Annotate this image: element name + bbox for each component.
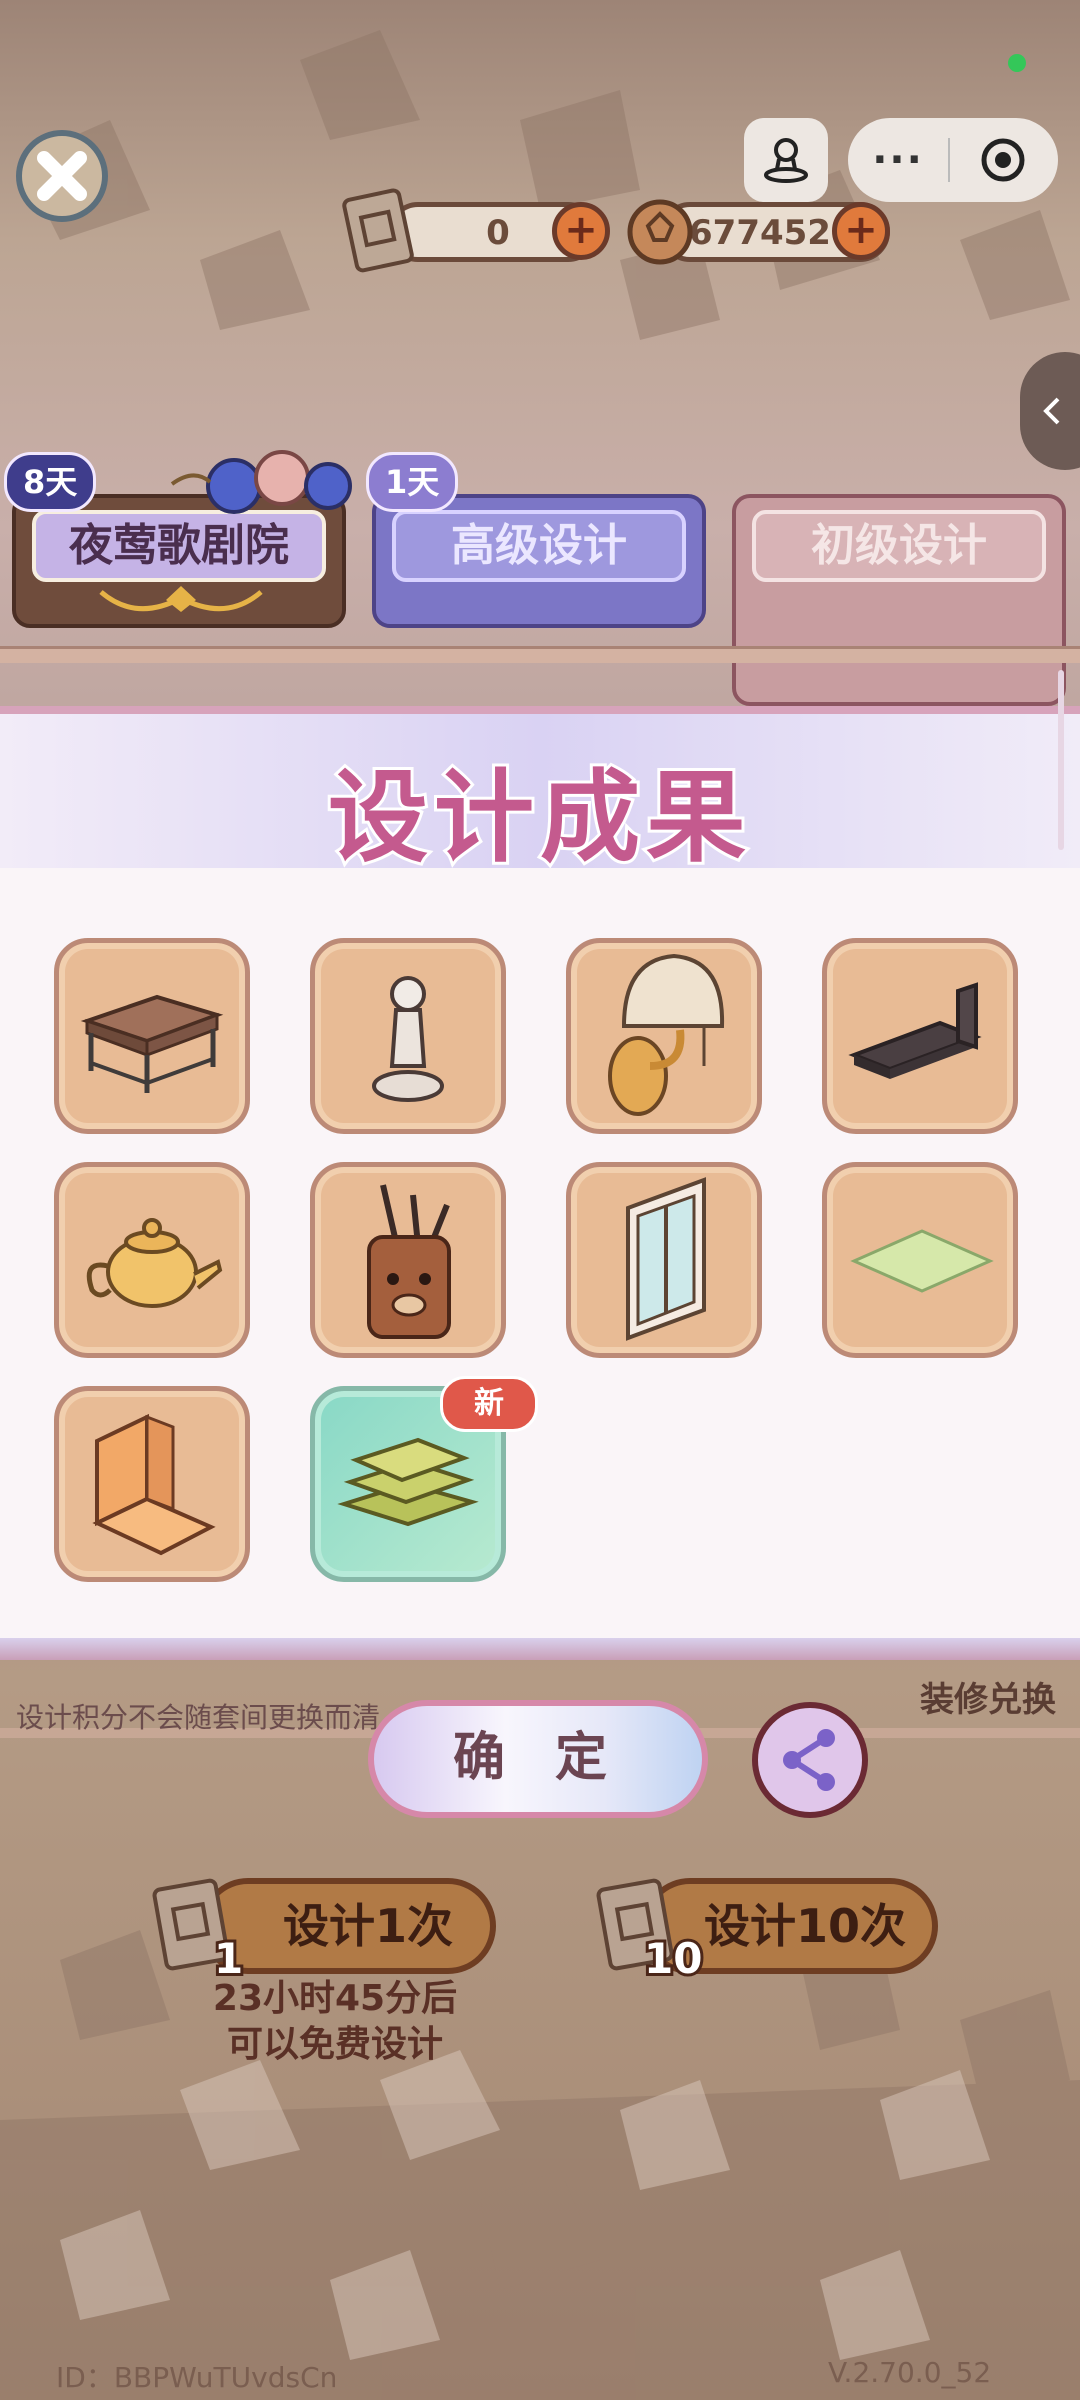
coin-icon (627, 199, 693, 265)
rug-icon (850, 1229, 994, 1293)
pawn-icon (372, 976, 444, 1102)
target-icon (981, 138, 1025, 182)
item-chess-pawn[interactable] (310, 938, 506, 1134)
modal-title: 设计成果 (325, 756, 752, 879)
new-badge: 新 (440, 1376, 538, 1432)
flower-crown-icon (170, 450, 352, 514)
close-button[interactable] (16, 130, 108, 222)
item-teapot[interactable] (54, 1162, 250, 1358)
books-icon (337, 1437, 479, 1527)
tab-advanced-design-days-badge: 1天 (366, 452, 459, 512)
item-wall-lamp[interactable] (566, 938, 762, 1134)
tab-basic-design[interactable]: 初级设计 (732, 494, 1066, 706)
scroll-ticket-icon (342, 188, 414, 273)
design-once-button[interactable]: 设计1次 (200, 1878, 496, 1974)
share-icon (783, 1729, 835, 1791)
avatar-button[interactable] (744, 118, 828, 202)
gold-flourish-icon (99, 586, 263, 612)
item-coffee-table[interactable] (54, 938, 250, 1134)
tab-opera-house-label: 夜莺歌剧院 (32, 510, 326, 582)
result-modal-footer-strip (0, 1638, 1080, 1660)
status-indicator (1008, 54, 1026, 72)
tab-opera-house-days-badge: 8天 (4, 452, 97, 512)
close-program-button[interactable] (950, 137, 1056, 183)
tab-opera-house[interactable]: 夜莺歌剧院 (12, 494, 346, 628)
chair-icon (92, 1413, 216, 1556)
bench-icon (848, 982, 982, 1079)
free-design-timer-line1: 23小时45分后 (212, 1978, 458, 2019)
tab-basic-design-label: 初级设计 (752, 510, 1046, 582)
item-green-rug[interactable] (822, 1162, 1018, 1358)
design-ten-cost: 10 (641, 1931, 706, 1986)
more-button[interactable]: ··· (848, 118, 948, 202)
tab-advanced-design-label: 高级设计 (392, 510, 686, 582)
add-ticket-button[interactable]: + (552, 202, 610, 260)
add-coin-button[interactable]: + (832, 202, 890, 260)
user-stamp-icon (764, 138, 808, 183)
user-id: ID：BBPWuTUvdsCn (56, 2361, 338, 2394)
item-window[interactable] (566, 1162, 762, 1358)
share-button[interactable] (752, 1702, 868, 1818)
side-drawer-handle[interactable] (1020, 352, 1080, 470)
window-icon (626, 1177, 706, 1341)
shelf-line (0, 646, 1080, 663)
chevron-left-icon (1043, 397, 1060, 425)
item-pen-holder[interactable] (310, 1162, 506, 1358)
version-label: V.2.70.0_52 (828, 2356, 992, 2389)
item-orange-chair[interactable] (54, 1386, 250, 1582)
pen-holder-icon (367, 1184, 451, 1339)
points-notice: 设计积分不会随套间更换而清 (16, 1701, 381, 1734)
result-modal-header: 设计成果 (0, 706, 1080, 879)
tab-advanced-design[interactable]: 高级设计 (372, 494, 706, 628)
close-x-icon (37, 151, 87, 201)
scrollbar[interactable] (1058, 670, 1064, 850)
decoration-exchange-link[interactable]: 装修兑换 (920, 1672, 1056, 1721)
free-design-timer-line2: 可以免费设计 (226, 2024, 443, 2065)
item-dark-bench[interactable] (822, 938, 1018, 1134)
free-design-timer: 23小时45分后 可以免费设计 (150, 1976, 520, 2068)
wall-lamp-icon (608, 953, 725, 1116)
mini-program-capsule: ··· (848, 118, 1058, 202)
confirm-button[interactable]: 确 定 (368, 1700, 708, 1818)
teapot-icon (86, 1218, 223, 1308)
coffee-table-icon (80, 994, 224, 1093)
